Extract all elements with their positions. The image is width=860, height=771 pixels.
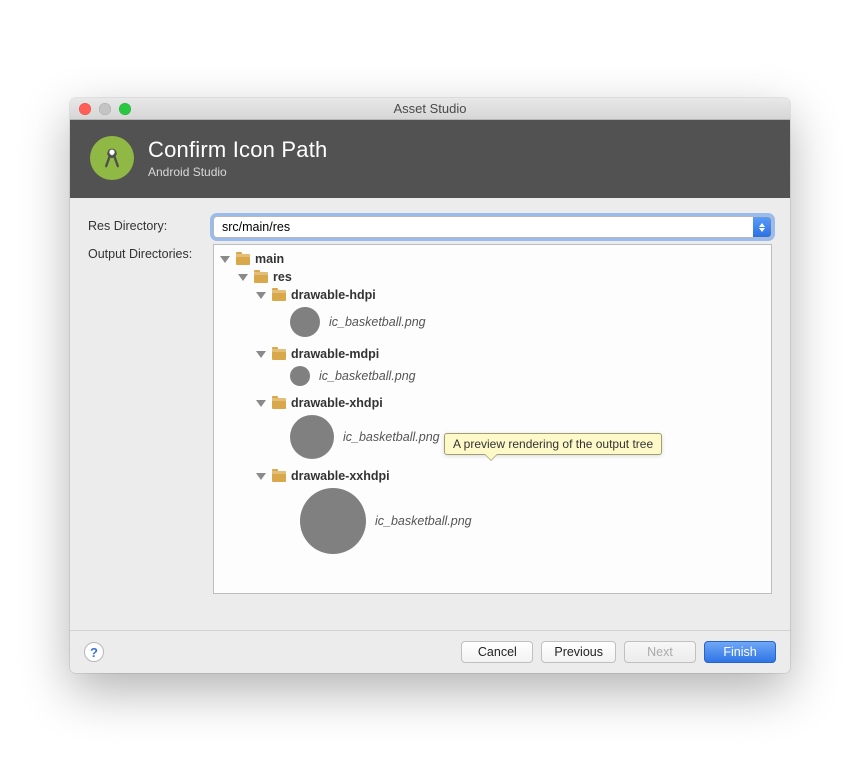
folder-label: drawable-hdpi bbox=[291, 286, 376, 304]
tree-folder[interactable]: drawable-mdpi bbox=[218, 345, 767, 363]
minimize-icon bbox=[99, 103, 111, 115]
folder-label: drawable-xhdpi bbox=[291, 394, 383, 412]
folder-icon bbox=[254, 272, 268, 283]
disclosure-triangle-icon[interactable] bbox=[256, 351, 266, 358]
output-tree[interactable]: mainresdrawable-hdpiic_basketball.pngdra… bbox=[213, 244, 772, 594]
disclosure-triangle-icon[interactable] bbox=[256, 473, 266, 480]
icon-preview bbox=[290, 415, 334, 459]
icon-preview bbox=[290, 366, 310, 386]
res-directory-label: Res Directory: bbox=[88, 216, 213, 233]
titlebar[interactable]: Asset Studio bbox=[70, 98, 790, 120]
help-button[interactable]: ? bbox=[84, 642, 104, 662]
dialog-window: Asset Studio Confirm Icon Path Android S… bbox=[70, 98, 790, 673]
dialog-subtitle: Android Studio bbox=[148, 165, 327, 179]
tree-folder[interactable]: drawable-hdpi bbox=[218, 286, 767, 304]
file-name: ic_basketball.png bbox=[343, 430, 440, 444]
tree-folder[interactable]: drawable-xxhdpi bbox=[218, 467, 767, 485]
folder-icon bbox=[272, 398, 286, 409]
tooltip-text: A preview rendering of the output tree bbox=[453, 437, 653, 451]
previous-button[interactable]: Previous bbox=[541, 641, 616, 663]
finish-button[interactable]: Finish bbox=[704, 641, 776, 663]
disclosure-triangle-icon[interactable] bbox=[220, 256, 230, 263]
file-name: ic_basketball.png bbox=[329, 315, 426, 329]
res-directory-value[interactable]: src/main/res bbox=[213, 216, 772, 238]
zoom-icon[interactable] bbox=[119, 103, 131, 115]
folder-icon bbox=[272, 471, 286, 482]
folder-label: res bbox=[273, 268, 292, 286]
tree-folder[interactable]: drawable-xhdpi bbox=[218, 394, 767, 412]
icon-preview bbox=[300, 488, 366, 554]
header-text: Confirm Icon Path Android Studio bbox=[148, 137, 327, 179]
folder-icon bbox=[236, 254, 250, 265]
android-studio-icon bbox=[90, 136, 134, 180]
window-title: Asset Studio bbox=[70, 101, 790, 116]
folder-label: main bbox=[255, 250, 284, 268]
file-name: ic_basketball.png bbox=[375, 514, 472, 528]
dialog-title: Confirm Icon Path bbox=[148, 137, 327, 163]
file-row[interactable]: ic_basketball.png bbox=[218, 307, 767, 337]
res-directory-select[interactable]: src/main/res bbox=[213, 216, 772, 238]
folder-icon bbox=[272, 349, 286, 360]
disclosure-triangle-icon[interactable] bbox=[256, 400, 266, 407]
file-row[interactable]: ic_basketball.png bbox=[218, 488, 767, 554]
folder-label: drawable-mdpi bbox=[291, 345, 379, 363]
output-directories-label: Output Directories: bbox=[88, 244, 213, 261]
dialog-content: Res Directory: src/main/res Output Direc… bbox=[70, 198, 790, 630]
cancel-button[interactable]: Cancel bbox=[461, 641, 533, 663]
tooltip: A preview rendering of the output tree bbox=[444, 433, 662, 455]
dialog-header: Confirm Icon Path Android Studio bbox=[70, 120, 790, 198]
traffic-lights bbox=[70, 103, 131, 115]
folder-icon bbox=[272, 290, 286, 301]
file-row[interactable]: ic_basketball.png bbox=[218, 366, 767, 386]
tree-folder[interactable]: res bbox=[218, 268, 767, 286]
icon-preview bbox=[290, 307, 320, 337]
folder-label: drawable-xxhdpi bbox=[291, 467, 390, 485]
file-name: ic_basketball.png bbox=[319, 369, 416, 383]
close-icon[interactable] bbox=[79, 103, 91, 115]
dialog-footer: ? Cancel Previous Next Finish bbox=[70, 630, 790, 673]
select-stepper-icon[interactable] bbox=[753, 217, 771, 237]
disclosure-triangle-icon[interactable] bbox=[256, 292, 266, 299]
next-button: Next bbox=[624, 641, 696, 663]
disclosure-triangle-icon[interactable] bbox=[238, 274, 248, 281]
tree-folder[interactable]: main bbox=[218, 250, 767, 268]
